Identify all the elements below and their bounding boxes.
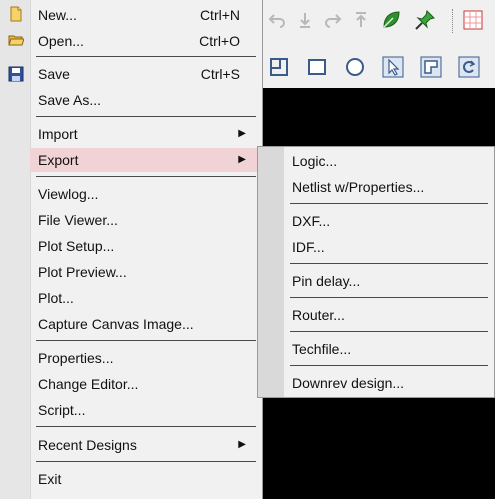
- submenu-separator: [290, 203, 488, 204]
- menu-item-label: Recent Designs: [38, 437, 137, 453]
- menu-item-label: Import: [38, 126, 78, 142]
- menu-separator: [36, 340, 256, 341]
- redo-icon[interactable]: [320, 7, 346, 33]
- menu-item-script[interactable]: Script...: [30, 398, 258, 422]
- step-down-icon[interactable]: [292, 7, 318, 33]
- toolbar-area: [262, 0, 495, 89]
- menu-item-label: Capture Canvas Image...: [38, 316, 194, 332]
- menu-item-open[interactable]: Open... Ctrl+O: [30, 29, 258, 53]
- new-file-icon: [8, 6, 24, 22]
- submenu-item-label: DXF...: [292, 213, 331, 229]
- menu-item-label: Properties...: [38, 350, 114, 366]
- submenu-separator: [290, 331, 488, 332]
- submenu-item-label: Router...: [292, 307, 345, 323]
- submenu-item-label: Pin delay...: [292, 273, 361, 289]
- submenu-separator: [290, 365, 488, 366]
- submenu-arrow-icon: ▶: [238, 154, 246, 165]
- menu-separator: [36, 176, 256, 177]
- menu-item-save-as[interactable]: Save As...: [30, 88, 258, 112]
- menu-item-label: Exit: [38, 471, 62, 487]
- menu-item-viewlog[interactable]: Viewlog...: [30, 182, 258, 206]
- submenu-item-router[interactable]: Router...: [284, 303, 484, 327]
- leaf-icon[interactable]: [378, 7, 404, 33]
- menu-item-properties[interactable]: Properties...: [30, 346, 258, 370]
- submenu-icon-gutter: [258, 147, 284, 397]
- submenu-item-pin-delay[interactable]: Pin delay...: [284, 269, 484, 293]
- pin-icon[interactable]: [412, 7, 438, 33]
- menu-separator: [36, 461, 256, 462]
- menu-item-capture-canvas-image[interactable]: Capture Canvas Image...: [30, 312, 258, 336]
- menu-item-label: Script...: [38, 402, 86, 418]
- menu-item-label: Viewlog...: [38, 186, 99, 202]
- export-submenu: Logic... Netlist w/Properties... DXF... …: [257, 146, 495, 398]
- shape-corner-icon[interactable]: [266, 54, 292, 80]
- menu-item-plot-setup[interactable]: Plot Setup...: [30, 234, 258, 258]
- submenu-item-netlist-properties[interactable]: Netlist w/Properties...: [284, 175, 484, 199]
- step-up-icon[interactable]: [348, 7, 374, 33]
- toolbar-divider: [452, 9, 455, 33]
- menu-item-plot-preview[interactable]: Plot Preview...: [30, 260, 258, 284]
- circle-icon[interactable]: [342, 54, 368, 80]
- menu-item-recent-designs[interactable]: Recent Designs ▶: [30, 433, 258, 457]
- save-disk-icon: [8, 66, 24, 82]
- menu-item-label: Plot Preview...: [38, 264, 127, 280]
- menu-item-new[interactable]: New... Ctrl+N: [30, 3, 258, 27]
- menu-item-file-viewer[interactable]: File Viewer...: [30, 208, 258, 232]
- menu-item-label: Save As...: [38, 92, 102, 108]
- file-menu: New... Ctrl+N Open... Ctrl+O Save Ctrl+S Sa…: [0, 0, 263, 499]
- menu-item-shortcut: Ctrl+O: [199, 33, 240, 49]
- menu-item-label: File Viewer...: [38, 212, 118, 228]
- submenu-item-logic[interactable]: Logic...: [284, 149, 484, 173]
- submenu-item-idf[interactable]: IDF...: [284, 235, 484, 259]
- toolbar-row-bottom: [262, 50, 495, 86]
- submenu-item-dxf[interactable]: DXF...: [284, 209, 484, 233]
- open-folder-icon: [8, 32, 25, 48]
- rectangle-icon[interactable]: [304, 54, 330, 80]
- toolbar-row-top: [262, 3, 495, 39]
- menu-separator: [36, 426, 256, 427]
- menu-separator: [36, 56, 256, 57]
- menu-item-label: Export: [38, 152, 79, 168]
- menu-item-label: Open...: [38, 33, 84, 49]
- submenu-item-label: Logic...: [292, 153, 338, 169]
- menu-item-shortcut: Ctrl+N: [199, 7, 240, 23]
- submenu-arrow-icon: ▶: [238, 439, 246, 450]
- submenu-item-label: Downrev design...: [292, 375, 405, 391]
- submenu-item-downrev-design[interactable]: Downrev design...: [284, 371, 484, 395]
- undo-icon[interactable]: [264, 7, 290, 33]
- menu-item-label: New...: [38, 7, 77, 23]
- menu-item-plot[interactable]: Plot...: [30, 286, 258, 310]
- select-pointer-icon[interactable]: [380, 54, 406, 80]
- menu-item-change-editor[interactable]: Change Editor...: [30, 372, 258, 396]
- menu-item-import[interactable]: Import ▶: [30, 122, 258, 146]
- menu-item-save[interactable]: Save Ctrl+S: [30, 62, 258, 86]
- menu-item-export[interactable]: Export ▶: [30, 148, 258, 172]
- submenu-arrow-icon: ▶: [238, 128, 246, 139]
- submenu-item-label: Techfile...: [292, 341, 352, 357]
- submenu-separator: [290, 263, 488, 264]
- submenu-item-label: IDF...: [292, 239, 325, 255]
- menu-item-label: Change Editor...: [38, 376, 139, 392]
- menu-item-label: Save: [38, 66, 70, 82]
- submenu-item-label: Netlist w/Properties...: [292, 179, 425, 195]
- menu-item-exit[interactable]: Exit: [30, 467, 258, 491]
- rotate-icon[interactable]: [456, 54, 482, 80]
- menu-item-shortcut: Ctrl+S: [200, 66, 240, 82]
- menu-item-label: Plot...: [38, 290, 74, 306]
- submenu-separator: [290, 297, 488, 298]
- menu-separator: [36, 116, 256, 117]
- submenu-item-techfile[interactable]: Techfile...: [284, 337, 484, 361]
- menu-item-label: Plot Setup...: [38, 238, 115, 254]
- grid-icon[interactable]: [460, 7, 486, 33]
- frame-icon[interactable]: [418, 54, 444, 80]
